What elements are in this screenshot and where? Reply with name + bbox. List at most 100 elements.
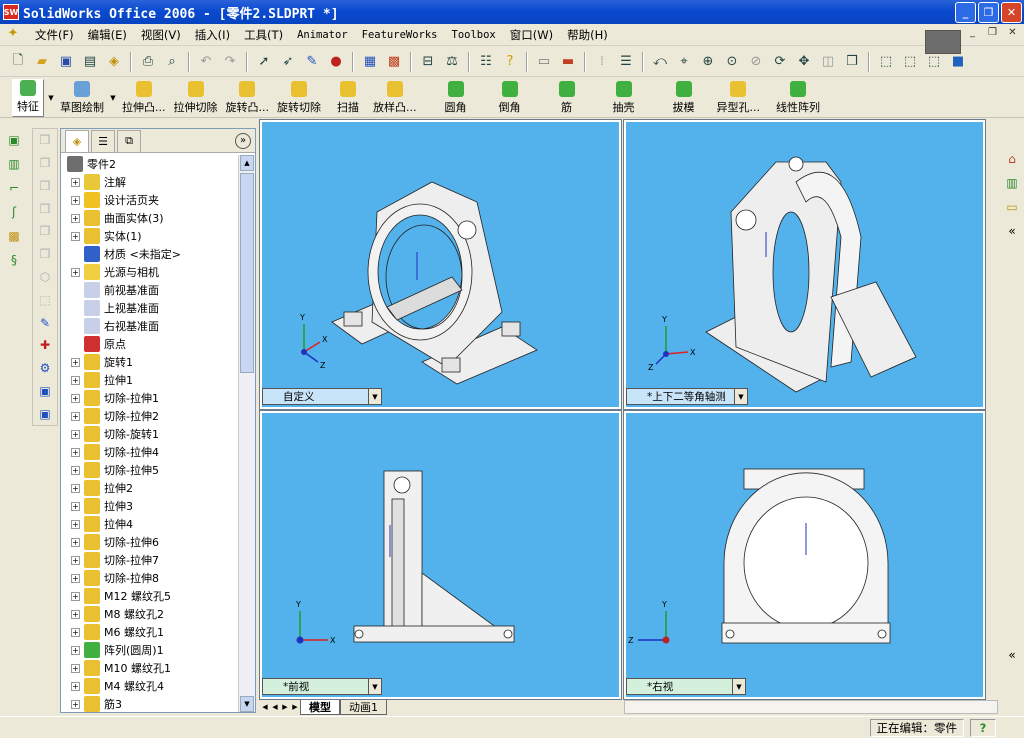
viewport-front[interactable]: Y X *前视 ▼ (259, 410, 622, 700)
scroll-thumb[interactable] (240, 173, 254, 373)
viewport-trimetric[interactable]: Y X Z *上下二等角轴测 ▼ (623, 119, 986, 410)
list-icon[interactable]: ☰ (616, 52, 636, 72)
feature-tree-item[interactable]: + M4 螺纹孔4 (61, 677, 239, 695)
feature-tree-item[interactable]: 上视基准面 (61, 299, 239, 317)
features-dropdown-icon[interactable]: ▼ (46, 79, 56, 117)
feature-tree-item[interactable]: + 切除-旋转1 (61, 425, 239, 443)
rotate-icon[interactable]: ⟳ (770, 52, 790, 72)
view-right-icon[interactable]: ❒ (36, 200, 54, 217)
help-status-icon[interactable]: ? (970, 718, 996, 737)
feature-tree-item[interactable]: + 切除-拉伸7 (61, 551, 239, 569)
title-bar[interactable]: SW SolidWorks Office 2006 - [零件2.SLDPRT … (0, 0, 1024, 24)
select-other-icon[interactable]: ➶ (278, 52, 298, 72)
features-tab-button[interactable]: 特征 (12, 79, 44, 117)
chamfer-button[interactable]: 倒角 (495, 79, 525, 117)
expand-toggle-icon[interactable]: + (71, 465, 80, 475)
print-icon[interactable]: ⎙ (138, 52, 158, 72)
menu-insert[interactable]: 插入(I) (188, 27, 237, 43)
edit-sketch-icon[interactable]: ✎ (36, 314, 54, 331)
toolbox-icon[interactable]: ▩ (384, 52, 404, 72)
chevron-down-icon[interactable]: ▼ (368, 679, 381, 694)
previous-view-icon[interactable]: ⤺ (650, 52, 670, 72)
view-orientation-selector[interactable]: *前视 ▼ (262, 678, 382, 695)
expand-toggle-icon[interactable]: + (71, 357, 80, 367)
expand-panel-icon[interactable]: » (235, 132, 251, 149)
expand-toggle-icon[interactable]: + (71, 447, 80, 457)
feature-tree-item[interactable]: 原点 (61, 335, 239, 353)
sketch-pen-icon[interactable]: ✎ (302, 52, 322, 72)
revolve-cut-button[interactable]: 旋转切除 (273, 79, 325, 117)
helix-icon[interactable]: § (5, 251, 23, 269)
view-normal-to-icon[interactable]: ⬚ (36, 291, 54, 308)
expand-toggle-icon[interactable]: + (71, 267, 80, 277)
feature-tree-item[interactable]: + 旋转1 (61, 353, 239, 371)
expand-toggle-icon[interactable]: + (71, 411, 80, 421)
zoom-selection-icon[interactable]: ⊘ (746, 52, 766, 72)
tab-animation[interactable]: 动画1 (340, 699, 387, 715)
extrude-feature-icon[interactable]: ▩ (5, 227, 23, 245)
linear-pattern-button[interactable]: 线性阵列 (772, 79, 824, 117)
draft-button[interactable]: 拔模 (669, 79, 699, 117)
menu-edit[interactable]: 编辑(E) (81, 27, 134, 43)
properties-icon[interactable]: ☷ (476, 52, 496, 72)
feature-tree-item[interactable]: + M6 螺纹孔1 (61, 623, 239, 641)
feature-tree-item[interactable]: 右视基准面 (61, 317, 239, 335)
expand-toggle-icon[interactable]: + (71, 537, 80, 547)
rebuild-icon[interactable]: ● (326, 52, 346, 72)
chevron-down-icon[interactable]: ▼ (732, 679, 745, 694)
view-isometric-icon[interactable]: ⬡ (36, 269, 54, 286)
feature-tree-item[interactable]: + 拉伸4 (61, 515, 239, 533)
minimize-button[interactable]: _ (955, 1, 976, 23)
extrude-boss-button[interactable]: 拉伸凸... (118, 79, 170, 117)
revolve-boss-button[interactable]: 旋转凸... (222, 79, 274, 117)
hidden-lines-removed-icon[interactable]: ⬚ (924, 52, 944, 72)
design-library-icon[interactable]: ▥ (1003, 174, 1021, 192)
loft-boss-button[interactable]: 放样凸... (369, 79, 421, 117)
viewport-right[interactable]: Y Z *右视 ▼ (623, 410, 986, 700)
feature-tree-item[interactable]: + 拉伸3 (61, 497, 239, 515)
expand-toggle-icon[interactable]: + (71, 501, 80, 511)
zoom-to-fit-icon[interactable]: ⌖ (674, 52, 694, 72)
feature-tree-item[interactable]: + 切除-拉伸6 (61, 533, 239, 551)
help-icon[interactable]: ? (500, 52, 520, 72)
expand-toggle-icon[interactable]: + (71, 591, 80, 601)
feature-tree-item[interactable]: + 实体(1) (61, 227, 239, 245)
pan-icon[interactable]: ✥ (794, 52, 814, 72)
last-tab-icon[interactable]: ▶ (290, 703, 300, 711)
mass-properties-icon[interactable]: ⚖ (442, 52, 462, 72)
view-bottom-icon[interactable]: ❒ (36, 246, 54, 263)
collapse-pane-icon[interactable]: « (1003, 222, 1021, 240)
spline-icon[interactable]: ʃ (5, 203, 23, 221)
zoom-area-icon[interactable]: ⊕ (698, 52, 718, 72)
expand-toggle-icon[interactable]: + (71, 627, 80, 637)
view-left-icon[interactable]: ❒ (36, 178, 54, 195)
feature-tree-item[interactable]: + 切除-拉伸5 (61, 461, 239, 479)
offset-entities-icon[interactable]: ▣ (36, 405, 54, 422)
hidden-lines-visible-icon[interactable]: ⬚ (900, 52, 920, 72)
tile-icon[interactable]: ⁞ (592, 52, 612, 72)
first-tab-icon[interactable]: ◀ (260, 703, 270, 711)
expand-toggle-icon[interactable]: + (71, 483, 80, 493)
viewport-custom[interactable]: Y X Z 自定义 ▼ (259, 119, 622, 410)
feature-tree-item[interactable]: + 拉伸2 (61, 479, 239, 497)
doc-minimize-button[interactable]: _ (964, 27, 981, 43)
view-top-icon[interactable]: ❒ (36, 223, 54, 240)
feature-tree-item[interactable]: + 切除-拉伸1 (61, 389, 239, 407)
line-icon[interactable]: ⌐ (5, 179, 23, 197)
file-explorer-icon[interactable]: ▭ (1003, 198, 1021, 216)
sketch-button[interactable]: 草图绘制 (56, 79, 108, 117)
configuration-manager-tab-icon[interactable]: ⧉ (117, 129, 141, 152)
viewport-horizontal-scrollbar[interactable] (624, 700, 998, 714)
feature-tree-item[interactable]: + 切除-拉伸4 (61, 443, 239, 461)
expand-toggle-icon[interactable]: + (71, 195, 80, 205)
expand-toggle-icon[interactable]: + (71, 177, 80, 187)
feature-tree-item[interactable]: + 切除-拉伸2 (61, 407, 239, 425)
print-preview-icon[interactable]: ⌕ (162, 52, 182, 72)
view-orientation-selector[interactable]: *右视 ▼ (626, 678, 746, 695)
expand-toggle-icon[interactable]: + (71, 663, 80, 673)
undo-icon[interactable]: ↶ (196, 52, 216, 72)
menu-window[interactable]: 窗口(W) (503, 27, 560, 43)
feature-tree-item[interactable]: 前视基准面 (61, 281, 239, 299)
menu-help[interactable]: 帮助(H) (560, 27, 615, 43)
save-icon[interactable]: ▣ (56, 52, 76, 72)
